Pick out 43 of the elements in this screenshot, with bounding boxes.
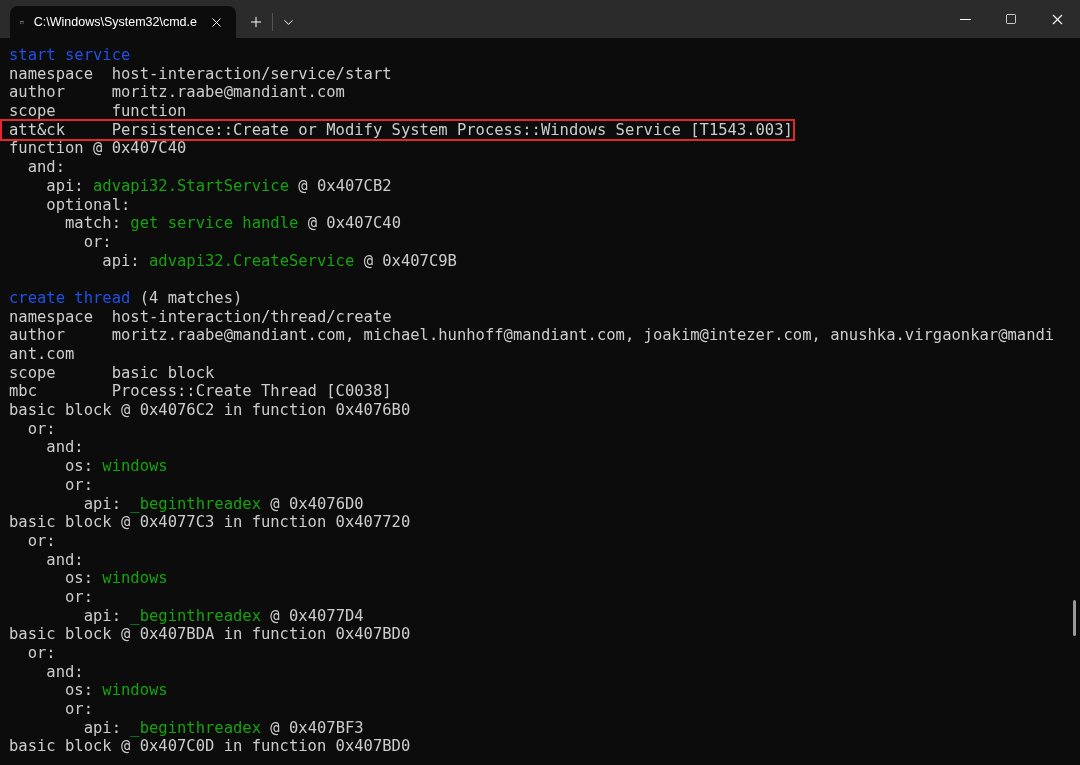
- terminal-line: scope basic block: [9, 363, 215, 383]
- minimize-icon: [959, 18, 971, 20]
- terminal-line: or:: [26, 531, 56, 551]
- terminal-line: namespace host-interaction/thread/create: [9, 307, 392, 327]
- tab-title: C:\Windows\System32\cmd.e: [33, 13, 197, 31]
- terminal-line: function @ 0x407C40: [9, 139, 187, 159]
- terminal-line: api: _beginthreadex @ 0x4076D0: [82, 494, 364, 514]
- terminal-line: api: advapi32.CreateService @ 0x407C9B: [101, 251, 457, 271]
- terminal-line: and:: [45, 438, 84, 458]
- terminal-line: or:: [64, 587, 93, 607]
- maximize-icon: [1005, 13, 1017, 25]
- terminal-line: att&ck Persistence::Create or Modify System Process::Windows Service [T1543.003]: [2, 120, 793, 140]
- terminal-line: or:: [64, 475, 93, 495]
- plus-icon: [248, 14, 264, 30]
- terminal-line: author moritz.raabe@mandiant.com, michael.hunhoff@mandiant.com, joakim@intezer.com, anushka.virgaonkar@mandi: [9, 326, 1055, 345]
- terminal-line: os: windows: [64, 457, 168, 476]
- terminal-line: os: windows: [64, 681, 168, 701]
- terminal-line: basic block @ 0x407C0D in function 0x407BD0: [9, 737, 411, 757]
- terminal-line: or:: [82, 232, 112, 252]
- terminal-line: or:: [64, 700, 93, 719]
- terminal-line: author moritz.raabe@mandiant.com: [9, 83, 345, 103]
- terminal-line: and:: [26, 158, 65, 177]
- terminal-line: or:: [26, 419, 56, 439]
- terminal-line: ant.com: [9, 345, 75, 364]
- terminal-line: scope function: [9, 102, 187, 121]
- terminal-line: basic block @ 0x407BDA in function 0x407BD0: [9, 625, 411, 644]
- terminal-line: basic block @ 0x4076C2 in function 0x4076B0: [9, 401, 411, 420]
- terminal-line: basic block @ 0x4077C3 in function 0x407720: [9, 513, 411, 532]
- terminal-line: start service: [9, 46, 131, 65]
- terminal-line: mbc Process::Create Thread [C0038]: [9, 382, 392, 402]
- terminal-line: create thread (4 matches): [9, 288, 243, 308]
- terminal-line: api: advapi32.StartService @ 0x407CB2: [45, 176, 392, 196]
- terminal-line: namespace host-interaction/service/start: [9, 64, 392, 84]
- scrollbar-thumb[interactable]: [1073, 600, 1076, 636]
- terminal-line: api: _beginthreadex @ 0x4077D4: [82, 606, 364, 626]
- terminal-tab[interactable]: C:\Windows\System32\cmd.e: [10, 6, 236, 38]
- terminal-line: optional:: [45, 195, 131, 215]
- terminal-line: os: windows: [64, 569, 168, 588]
- terminal-line: and:: [45, 550, 84, 570]
- terminal-line: and:: [45, 662, 84, 682]
- terminal-line: match: get service handle @ 0x407C40: [64, 214, 401, 233]
- terminal-line: or:: [26, 644, 56, 663]
- terminal-line: api: _beginthreadex @ 0x407BF3: [82, 718, 364, 738]
